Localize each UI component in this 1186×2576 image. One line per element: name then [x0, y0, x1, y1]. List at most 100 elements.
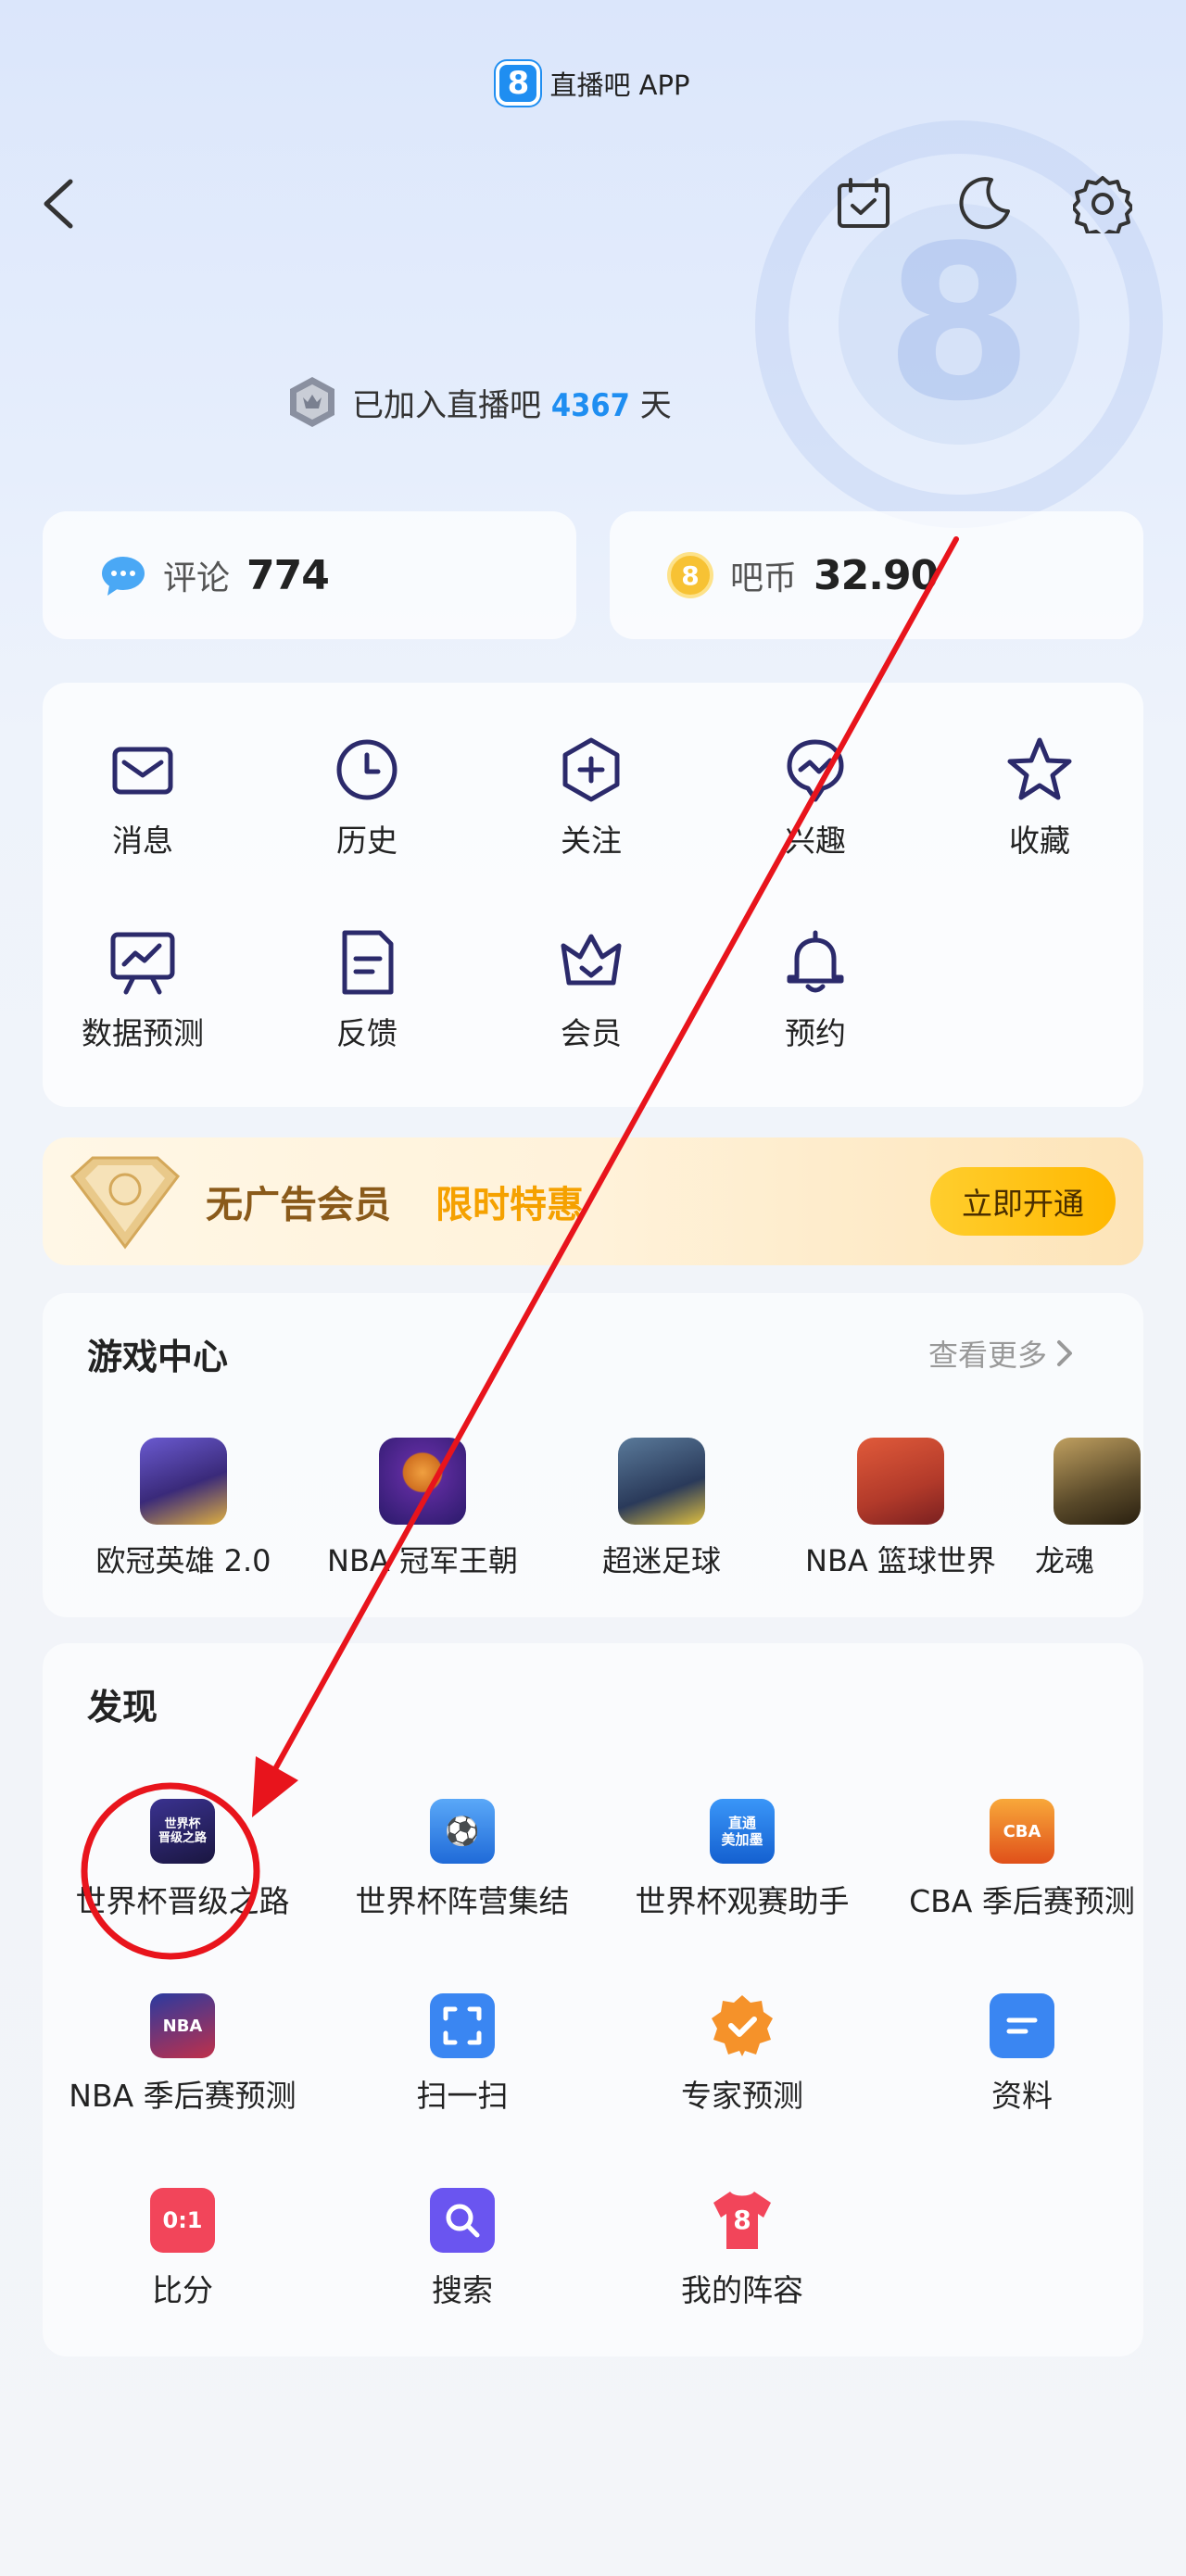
- join-prefix: 已加入直播吧: [352, 386, 541, 424]
- feedback-icon: [342, 930, 394, 995]
- profile-doc-icon: [990, 1993, 1054, 2058]
- discover-item-profile[interactable]: 资料: [882, 1993, 1162, 2116]
- comments-count: 774: [246, 551, 330, 599]
- discover-label: 扫一扫: [416, 2078, 509, 2114]
- game-item-super-football[interactable]: 超迷足球: [555, 1438, 768, 1580]
- menu-item-reservation[interactable]: 预约: [723, 927, 908, 1053]
- menu-item-membership[interactable]: 会员: [498, 927, 684, 1053]
- game-item-dragon-soul[interactable]: 龙魂: [1033, 1438, 1143, 1580]
- discover-item-score[interactable]: 0:1 比分: [43, 2188, 322, 2310]
- comments-card[interactable]: 评论 774: [43, 511, 576, 639]
- discover-item-watch-assistant[interactable]: 直通 美加墨 世界杯观赛助手: [602, 1799, 882, 1921]
- see-more-link[interactable]: 查看更多: [928, 1332, 1075, 1375]
- game-center-title: 游戏中心: [87, 1337, 229, 1377]
- coins-card[interactable]: 8 吧币 32.90: [610, 511, 1143, 639]
- discover-label: 我的阵容: [681, 2272, 803, 2308]
- discover-label: 搜索: [432, 2272, 493, 2308]
- menu-item-label: 预约: [785, 1015, 846, 1051]
- chart-board-icon: [110, 932, 175, 995]
- night-mode-button[interactable]: [954, 174, 1014, 233]
- follow-plus-icon: [562, 737, 620, 802]
- vip-title: 无广告会员: [206, 1184, 391, 1226]
- menu-item-data-prediction[interactable]: 数据预测: [50, 927, 235, 1053]
- world-cup-road-icon: 世界杯 晋级之路: [150, 1799, 215, 1864]
- cba-predict-icon: CBA: [990, 1799, 1054, 1864]
- app-title-bar: 8 直播吧 APP: [0, 57, 1186, 109]
- chevron-left-icon: [44, 179, 73, 229]
- interest-icon: [787, 739, 844, 802]
- scan-icon: [430, 1993, 495, 2058]
- discover-item-world-cup-lineup[interactable]: ⚽ 世界杯阵营集结: [322, 1799, 602, 1921]
- background-emblem-8: 8: [839, 201, 1079, 448]
- game-label: NBA 冠军王朝: [327, 1543, 518, 1578]
- chevron-right-icon: [1057, 1340, 1073, 1366]
- discover-item-world-cup-road[interactable]: 世界杯 晋级之路 世界杯晋级之路: [43, 1799, 322, 1921]
- comment-bubble-icon: [102, 557, 145, 596]
- calendar-check-icon: [838, 178, 890, 228]
- discover-title: 发现: [87, 1687, 158, 1728]
- settings-button[interactable]: [1071, 174, 1134, 239]
- menu-item-label: 历史: [336, 823, 397, 859]
- star-icon: [1007, 737, 1072, 800]
- menu-item-feedback[interactable]: 反馈: [274, 927, 460, 1053]
- clock-icon: [336, 739, 397, 800]
- game-icon-ucl-heroes: [140, 1438, 227, 1525]
- vip-promo: 限时特惠: [435, 1184, 584, 1226]
- game-center-section: 游戏中心 查看更多 欧冠英雄 2.0 NBA 冠军王朝 超迷足球 NBA 篮球世…: [43, 1293, 1143, 1617]
- game-label: 龙魂: [1035, 1543, 1095, 1578]
- message-icon: [112, 747, 173, 795]
- jersey-icon: 8: [710, 2188, 775, 2253]
- menu-item-follow[interactable]: 关注: [498, 735, 684, 861]
- coins-balance: 32.90: [814, 551, 939, 599]
- discover-item-expert-predict[interactable]: 专家预测: [602, 1993, 882, 2116]
- discover-section: 发现 世界杯 晋级之路 世界杯晋级之路 ⚽ 世界杯阵营集结 直通 美加墨 世界杯…: [43, 1643, 1143, 2356]
- member-badge-icon: [290, 377, 334, 427]
- watch-assistant-icon: 直通 美加墨: [710, 1799, 775, 1864]
- bell-icon: [787, 930, 844, 993]
- discover-item-nba-predict[interactable]: NBA NBA 季后赛预测: [43, 1993, 322, 2116]
- vip-open-button[interactable]: 立即开通: [930, 1167, 1116, 1236]
- moon-icon: [959, 177, 1010, 230]
- menu-item-label: 兴趣: [785, 823, 846, 859]
- jersey-number: 8: [733, 2205, 751, 2235]
- menu-item-interest[interactable]: 兴趣: [723, 735, 908, 861]
- discover-label: 世界杯晋级之路: [75, 1883, 290, 1919]
- game-item-nba-world[interactable]: NBA 篮球世界: [794, 1438, 1007, 1580]
- vip-banner[interactable]: 无广告会员 限时特惠 立即开通: [43, 1137, 1143, 1265]
- discover-label: 世界杯观赛助手: [635, 1883, 850, 1919]
- discover-label: 比分: [152, 2272, 213, 2308]
- nba-predict-icon: NBA: [150, 1993, 215, 2058]
- menu-item-label: 数据预测: [82, 1015, 204, 1051]
- game-item-ucl-heroes[interactable]: 欧冠英雄 2.0: [77, 1438, 290, 1580]
- discover-label: 资料: [991, 2078, 1053, 2114]
- calendar-check-button[interactable]: [834, 174, 893, 233]
- discover-label: NBA 季后赛预测: [69, 2078, 296, 2114]
- menu-item-label: 反馈: [336, 1015, 397, 1051]
- menu-item-label: 消息: [112, 823, 173, 859]
- menu-grid: 消息 历史 关注 兴趣 收藏 数据预测 反馈 会员 预约: [43, 683, 1143, 1107]
- discover-item-scan[interactable]: 扫一扫: [322, 1993, 602, 2116]
- game-icon-nba-world: [857, 1438, 944, 1525]
- gear-icon: [1071, 176, 1134, 239]
- menu-item-messages[interactable]: 消息: [50, 735, 235, 861]
- game-label: 超迷足球: [601, 1543, 721, 1578]
- comments-label: 评论: [163, 559, 231, 597]
- game-label: 欧冠英雄 2.0: [95, 1543, 271, 1578]
- discover-item-cba-predict[interactable]: CBA CBA 季后赛预测: [882, 1799, 1162, 1921]
- game-icon-super-football: [618, 1438, 705, 1525]
- menu-item-favorites[interactable]: 收藏: [947, 735, 1132, 861]
- back-button[interactable]: [37, 176, 83, 232]
- app-logo-icon: 8: [496, 61, 541, 106]
- crown-icon: [561, 934, 622, 986]
- discover-item-my-lineup[interactable]: 8 我的阵容: [602, 2188, 882, 2310]
- game-item-nba-dynasty[interactable]: NBA 冠军王朝: [316, 1438, 529, 1580]
- coins-label: 吧币: [730, 559, 798, 597]
- join-days-count: 4367: [550, 386, 630, 424]
- menu-item-history[interactable]: 历史: [274, 735, 460, 861]
- discover-item-search[interactable]: 搜索: [322, 2188, 602, 2310]
- discover-label: 专家预测: [681, 2078, 803, 2114]
- see-more-label: 查看更多: [928, 1338, 1048, 1373]
- game-label: NBA 篮球世界: [805, 1543, 996, 1578]
- menu-item-label: 收藏: [1009, 823, 1070, 859]
- world-cup-lineup-icon: ⚽: [430, 1799, 495, 1864]
